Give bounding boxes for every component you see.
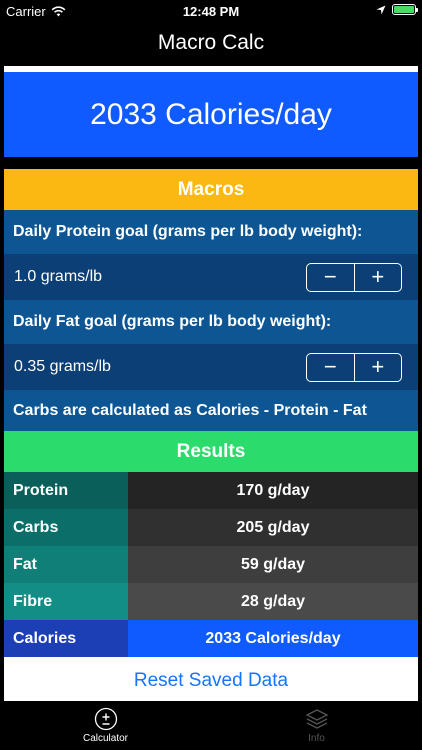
section-gap	[4, 157, 418, 169]
fat-decrement-button[interactable]: −	[307, 354, 354, 381]
protein-decrement-button[interactable]: −	[307, 264, 354, 291]
protein-stepper[interactable]: − +	[306, 262, 402, 292]
results-header: Results	[4, 431, 418, 472]
result-value: 28 g/day	[128, 583, 418, 620]
battery-icon	[392, 4, 418, 15]
results-table: Protein 170 g/day Carbs 205 g/day Fat 59…	[4, 472, 418, 657]
fat-increment-button[interactable]: +	[355, 354, 402, 381]
result-value: 59 g/day	[128, 546, 418, 583]
macros-header: Macros	[4, 169, 418, 210]
result-value: 170 g/day	[128, 472, 418, 509]
main-content[interactable]: 2033 Calories/day Macros Daily Protein g…	[4, 66, 418, 704]
status-bar: Carrier 12:48 PM	[0, 0, 422, 22]
result-value: 205 g/day	[128, 509, 418, 546]
tab-info[interactable]: Info	[211, 701, 422, 750]
table-row: Carbs 205 g/day	[4, 509, 418, 546]
fat-stepper[interactable]: − +	[306, 352, 402, 382]
result-value: 2033 Calories/day	[128, 620, 418, 657]
protein-goal-label: Daily Protein goal (grams per lb body we…	[4, 210, 418, 254]
table-row: Fibre 28 g/day	[4, 583, 418, 620]
fat-goal-row: 0.35 grams/lb − +	[4, 344, 418, 390]
layers-icon	[305, 709, 328, 729]
tab-calculator[interactable]: Calculator	[0, 701, 211, 750]
carbs-note: Carbs are calculated as Calories - Prote…	[4, 390, 418, 431]
result-label: Fibre	[4, 583, 128, 620]
location-arrow-icon	[376, 5, 386, 14]
calorie-banner: 2033 Calories/day	[4, 72, 418, 157]
table-row: Protein 170 g/day	[4, 472, 418, 509]
protein-goal-row: 1.0 grams/lb − +	[4, 254, 418, 300]
nav-title: Macro Calc	[157, 31, 265, 54]
fat-goal-value: 0.35 grams/lb	[14, 358, 111, 375]
result-label: Calories	[4, 620, 128, 657]
table-row: Calories 2033 Calories/day	[4, 620, 418, 657]
fat-goal-label: Daily Fat goal (grams per lb body weight…	[4, 300, 418, 344]
result-label: Protein	[4, 472, 128, 509]
status-time: 12:48 PM	[182, 4, 240, 19]
protein-increment-button[interactable]: +	[355, 264, 402, 291]
reset-saved-data-button[interactable]: Reset Saved Data	[4, 657, 418, 704]
plus-minus-icon	[94, 707, 117, 731]
result-label: Carbs	[4, 509, 128, 546]
tab-info-label: Info	[308, 733, 325, 744]
result-label: Fat	[4, 546, 128, 583]
protein-goal-value: 1.0 grams/lb	[14, 268, 103, 285]
table-row: Fat 59 g/day	[4, 546, 418, 583]
tab-bar: Calculator Info	[0, 701, 422, 750]
navigation-bar: Macro Calc	[0, 22, 422, 66]
tab-calculator-label: Calculator	[82, 733, 129, 744]
status-right	[376, 4, 418, 15]
